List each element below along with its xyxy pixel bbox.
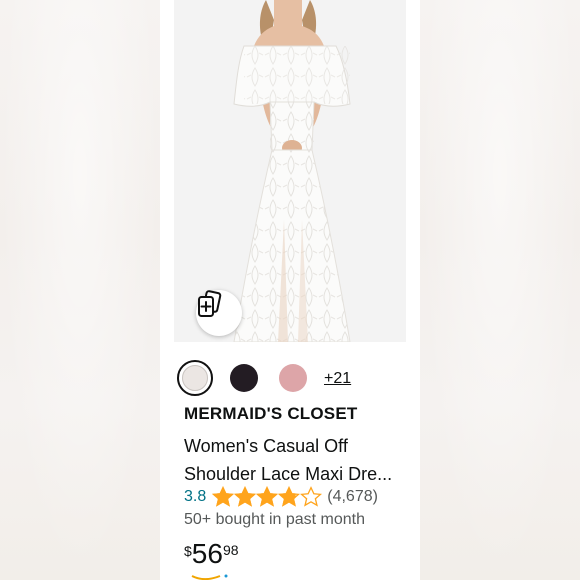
product-image[interactable] (174, 0, 406, 342)
price-fraction: 98 (222, 542, 239, 558)
review-count[interactable]: (4,678) (327, 488, 378, 506)
view-similar-button[interactable] (196, 290, 242, 336)
bought-count: 50+ bought in past month (184, 511, 366, 528)
background-blur-right (420, 0, 580, 580)
swatch-white[interactable] (177, 360, 213, 396)
price-symbol: $ (184, 543, 192, 559)
swatch-pink[interactable] (279, 364, 307, 392)
swatch-black[interactable] (230, 364, 258, 392)
star-icon (212, 486, 235, 507)
star-icon (300, 486, 323, 507)
prime-badge-peek (191, 574, 228, 580)
background-blur-left (0, 0, 160, 580)
view-similar-icon (198, 290, 222, 317)
product-title-line-2[interactable]: Shoulder Lace Maxi Dre... (184, 460, 412, 488)
product-title[interactable]: Women's Casual Off Shoulder Lace Maxi Dr… (184, 432, 412, 488)
price: $ 56 98 (184, 536, 239, 572)
star-rating[interactable] (212, 486, 323, 508)
color-swatches: +21 (177, 360, 407, 396)
swatch-white-dot (182, 365, 208, 391)
rating-row[interactable]: 3.8 (4,678) (184, 486, 378, 508)
more-colors-link[interactable]: +21 (324, 370, 351, 388)
star-icon (278, 486, 301, 507)
rating-value: 3.8 (184, 488, 207, 505)
price-whole: 56 (191, 538, 223, 569)
product-title-line-1[interactable]: Women's Casual Off (184, 432, 412, 460)
star-icon (234, 486, 257, 507)
star-icon (256, 486, 279, 507)
brand-name: MERMAID'S CLOSET (184, 404, 358, 423)
product-card[interactable]: +21 MERMAID'S CLOSET Women's Casual Off … (160, 0, 420, 580)
